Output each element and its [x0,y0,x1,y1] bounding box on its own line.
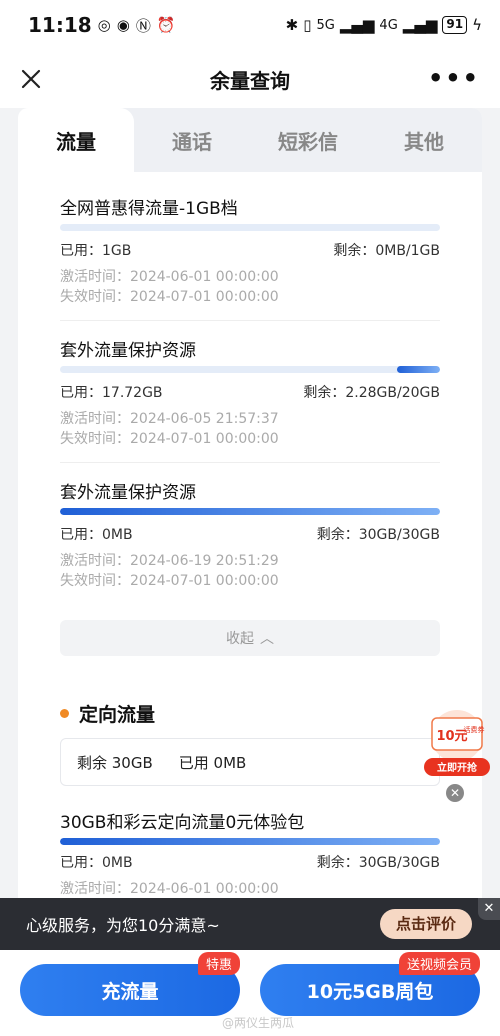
feedback-banner: 心级服务，为您10分满意~ 点击评价 ✕ [0,898,500,950]
recharge-data-label: 充流量 [101,980,159,1003]
nav-bar: 余量查询 ••• [0,50,500,108]
promo-close-icon[interactable]: ✕ [446,784,464,802]
usage-bar-fill [396,366,440,373]
signal-icon-2: ▂▄▆ [402,16,438,34]
activation-time: 激活时间：2024-06-01 00:00:00 [60,881,279,897]
status-left: 11:18 ◎ ◉ Ⓝ ⏰ [28,13,176,37]
directed-summary: 剩余 30GB 已用 0MB [60,738,440,786]
section-title: 定向流量 [60,700,155,727]
usage-bar [60,224,440,231]
charging-icon: ϟ [472,16,482,34]
remaining-amount: 剩余：30GB/30GB [316,527,440,543]
remaining-amount: 剩余：30GB/30GB [316,855,440,871]
notification-icon: ◎ [97,16,111,34]
activation-time: 激活时间：2024-06-01 00:00:00 [60,269,279,285]
tab-data[interactable]: 流量 [18,108,134,172]
network-5g-label: 5G [316,17,335,33]
battery-level: 91 [442,16,468,34]
collapse-button[interactable]: 收起 ︿ [60,620,440,656]
used-amount: 已用：17.72GB [60,385,163,401]
section-dot [60,709,69,718]
usage-bar [60,508,440,515]
usage-bar [60,838,440,845]
weekly-pack-label: 10元5GB周包 [306,980,434,1003]
nfc-icon: Ⓝ [135,16,151,35]
tab-calls[interactable]: 通话 [134,108,250,172]
rate-button[interactable]: 点击评价 [379,909,472,939]
alarm-icon: ⏰ [156,16,176,34]
usage-bar [60,366,440,373]
section-title-text: 定向流量 [79,704,156,726]
status-bar: 11:18 ◎ ◉ Ⓝ ⏰ ✱ ▯ 5G ▂▄▆ 4G ▂▄▆ 91 ϟ [0,0,500,50]
used-amount: 已用：1GB [60,243,132,259]
tab-sms[interactable]: 短彩信 [250,108,366,172]
activation-time: 激活时间：2024-06-19 20:51:29 [60,553,279,569]
coupon-promo[interactable]: 10元 话费券 立即开抢 [418,706,496,778]
collapse-label: 收起 [226,631,254,647]
bluetooth-icon: ✱ [285,16,299,34]
eye-icon: ◉ [116,16,130,34]
watermark: @两仪生两瓜 [222,1016,295,1030]
activation-time: 激活时间：2024-06-05 21:57:37 [60,411,279,427]
summary-remaining: 剩余 30GB [77,753,153,772]
usage-bar-fill [60,838,440,845]
network-4g-label: 4G [379,17,398,33]
usage-row: 已用：0MB 剩余：30GB/30GB [60,524,440,544]
usage-row: 已用：0MB 剩余：30GB/30GB [60,852,440,872]
used-amount: 已用：0MB [60,527,133,543]
status-time: 11:18 [28,13,92,37]
chevron-up-icon: ︿ [260,631,274,647]
package-title: 30GB和彩云定向流量0元体验包 [60,813,305,833]
usage-bar-fill [60,508,440,515]
used-amount: 已用：0MB [60,855,133,871]
divider [60,320,440,321]
more-options-icon[interactable]: ••• [428,64,480,92]
remaining-amount: 剩余：2.28GB/20GB [303,385,440,401]
feedback-close-icon[interactable]: ✕ [478,898,500,920]
vibrate-icon: ▯ [303,16,312,34]
usage-row: 已用：1GB 剩余：0MB/1GB [60,240,440,260]
package-title: 套外流量保护资源 [60,341,196,361]
coupon-cta: 立即开抢 [437,761,478,774]
special-offer-badge: 特惠 [197,952,240,975]
tab-bar: 流量 通话 短彩信 其他 [18,108,482,172]
usage-row: 已用：17.72GB 剩余：2.28GB/20GB [60,382,440,402]
expiry-time: 失效时间：2024-07-01 00:00:00 [60,573,279,589]
video-member-badge: 送视频会员 [398,952,480,975]
coupon-tag: 话费券 [464,725,485,734]
feedback-text: 心级服务，为您10分满意~ [26,916,220,935]
status-icons: ✱ ▯ 5G ▂▄▆ 4G ▂▄▆ 91 ϟ [286,16,482,34]
package-title: 套外流量保护资源 [60,483,196,503]
weekly-pack-button[interactable]: 10元5GB周包 送视频会员 [260,952,480,1016]
list-item: 套外流量保护资源 已用：17.72GB 剩余：2.28GB/20GB 激活时间：… [60,336,440,447]
bottom-action-bar: 充流量 特惠 10元5GB周包 送视频会员 @两仪生两瓜 [0,950,500,1036]
summary-used: 已用 0MB [178,753,247,772]
package-title: 全网普惠得流量-1GB档 [60,199,238,219]
expiry-time: 失效时间：2024-07-01 00:00:00 [60,431,279,447]
tab-other[interactable]: 其他 [366,108,482,172]
balance-card: 流量 通话 短彩信 其他 全网普惠得流量-1GB档 已用：1GB 剩余：0MB/… [18,108,482,898]
recharge-data-button[interactable]: 充流量 特惠 [20,952,240,1016]
close-icon[interactable] [14,62,48,96]
remaining-amount: 剩余：0MB/1GB [333,243,440,259]
list-item: 套外流量保护资源 已用：0MB 剩余：30GB/30GB 激活时间：2024-0… [60,478,440,589]
signal-icon: ▂▄▆ [339,16,375,34]
list-item: 全网普惠得流量-1GB档 已用：1GB 剩余：0MB/1GB 激活时间：2024… [60,194,440,305]
divider [60,462,440,463]
expiry-time: 失效时间：2024-07-01 00:00:00 [60,289,279,305]
page-title: 余量查询 [210,68,290,93]
list-item: 30GB和彩云定向流量0元体验包 已用：0MB 剩余：30GB/30GB 激活时… [60,808,440,897]
